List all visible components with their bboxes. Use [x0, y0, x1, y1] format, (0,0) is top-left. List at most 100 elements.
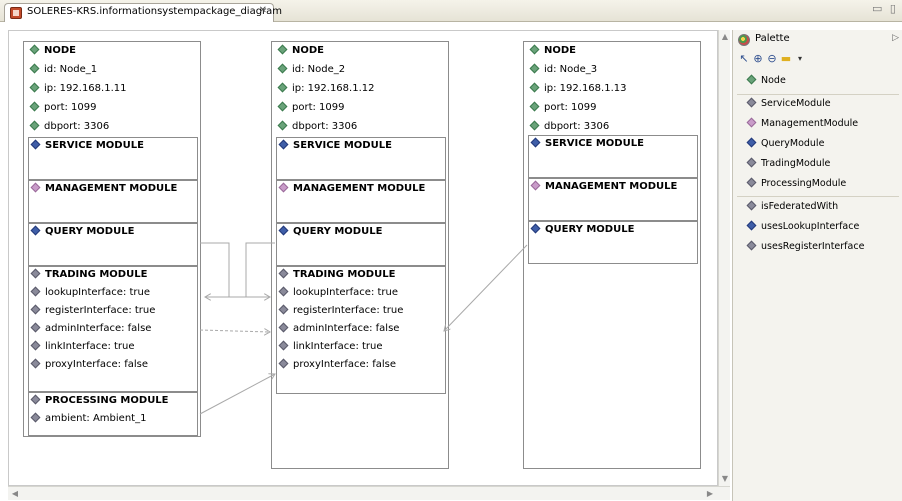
module-title: QUERY MODULE [30, 224, 134, 240]
trading-module-icon [746, 157, 757, 168]
palette-item-is-federated-with[interactable]: isFederatedWith [746, 199, 838, 215]
palette-item-query-module[interactable]: QueryModule [746, 136, 824, 152]
service-module-icon [530, 137, 541, 148]
node-attribute[interactable]: dbport: 3306 [29, 119, 109, 135]
palette-item-node[interactable]: Node [746, 73, 786, 89]
trading-module[interactable]: TRADING MODULE lookupInterface: true reg… [28, 266, 198, 392]
service-module[interactable]: SERVICE MODULE [276, 137, 446, 180]
management-module[interactable]: MANAGEMENT MODULE [28, 180, 198, 223]
node-header: NODE [277, 43, 324, 59]
management-module-icon [746, 117, 757, 128]
palette-toolbar: ↖ ⊕ ⊖ ▬ ▾ [737, 52, 897, 68]
editor-tab[interactable]: SOLERES-KRS.informationsystempackage_dia… [4, 3, 282, 22]
node-attribute[interactable]: id: Node_2 [277, 62, 345, 78]
palette-header[interactable]: Palette ▷ [733, 30, 902, 50]
node-icon [746, 74, 757, 85]
node-attribute[interactable]: port: 1099 [529, 100, 597, 116]
trading-attribute[interactable]: lookupInterface: true [30, 285, 150, 301]
palette-item-trading-module[interactable]: TradingModule [746, 156, 830, 172]
trading-attribute[interactable]: registerInterface: true [30, 303, 155, 319]
attribute-icon [278, 322, 289, 333]
node-node-2[interactable]: NODE id: Node_2 ip: 192.168.1.12 port: 1… [271, 41, 449, 469]
node-attribute[interactable]: port: 1099 [277, 100, 345, 116]
node-attribute[interactable]: dbport: 3306 [277, 119, 357, 135]
attribute-icon [277, 63, 288, 74]
vertical-scrollbar[interactable]: ▲ ▼ [718, 30, 730, 486]
attribute-icon [30, 340, 41, 351]
note-folder-icon[interactable]: ▬ [779, 52, 793, 66]
attribute-icon [529, 120, 540, 131]
trading-attribute[interactable]: proxyInterface: false [278, 357, 396, 373]
module-title: TRADING MODULE [30, 267, 147, 283]
zoom-in-icon[interactable]: ⊕ [751, 52, 765, 66]
trading-module[interactable]: TRADING MODULE lookupInterface: true reg… [276, 266, 446, 394]
module-title: TRADING MODULE [278, 267, 395, 283]
trading-attribute[interactable]: adminInterface: false [278, 321, 399, 337]
scroll-up-icon[interactable]: ▲ [720, 31, 730, 43]
module-title: QUERY MODULE [278, 224, 382, 240]
attribute-icon [30, 304, 41, 315]
node-attribute[interactable]: port: 1099 [29, 100, 97, 116]
select-arrow-icon[interactable]: ↖ [737, 52, 751, 66]
module-title: MANAGEMENT MODULE [278, 181, 425, 197]
trading-attribute[interactable]: registerInterface: true [278, 303, 403, 319]
close-icon[interactable]: ✕ [259, 5, 267, 16]
module-title: MANAGEMENT MODULE [30, 181, 177, 197]
trading-attribute[interactable]: linkInterface: true [278, 339, 383, 355]
scroll-right-icon[interactable]: ▶ [704, 488, 716, 500]
attribute-icon [30, 358, 41, 369]
processing-attribute[interactable]: ambient: Ambient_1 [30, 411, 146, 427]
window-controls-icon[interactable]: ▭ ▯ [872, 2, 898, 15]
palette-divider [737, 196, 899, 197]
scroll-left-icon[interactable]: ◀ [9, 488, 21, 500]
palette-item-uses-lookup-interface[interactable]: usesLookupInterface [746, 219, 859, 235]
module-title: SERVICE MODULE [278, 138, 392, 154]
palette-item-management-module[interactable]: ManagementModule [746, 116, 858, 132]
palette-item-service-module[interactable]: ServiceModule [746, 96, 831, 112]
management-module-icon [278, 182, 289, 193]
management-module[interactable]: MANAGEMENT MODULE [528, 178, 698, 221]
palette-item-processing-module[interactable]: ProcessingModule [746, 176, 846, 192]
node-attribute[interactable]: dbport: 3306 [529, 119, 609, 135]
node-header: NODE [529, 43, 576, 59]
query-module-icon [30, 225, 41, 236]
node-attribute[interactable]: ip: 192.168.1.13 [529, 81, 626, 97]
is-federated-with-icon [746, 200, 757, 211]
attribute-icon [30, 322, 41, 333]
attribute-icon [277, 120, 288, 131]
scroll-down-icon[interactable]: ▼ [720, 473, 730, 485]
management-module-icon [530, 180, 541, 191]
node-icon [529, 44, 540, 55]
processing-module[interactable]: PROCESSING MODULE ambient: Ambient_1 [28, 392, 198, 436]
dropdown-icon[interactable]: ▾ [793, 52, 807, 66]
query-module[interactable]: QUERY MODULE [276, 223, 446, 266]
query-module[interactable]: QUERY MODULE [28, 223, 198, 266]
attribute-icon [30, 412, 41, 423]
horizontal-scrollbar[interactable]: ◀ ▶ [8, 486, 730, 500]
node-attribute[interactable]: id: Node_3 [529, 62, 597, 78]
collapse-icon[interactable]: ▷ [892, 33, 899, 43]
node-node-3[interactable]: NODE id: Node_3 ip: 192.168.1.13 port: 1… [523, 41, 701, 469]
trading-attribute[interactable]: linkInterface: true [30, 339, 135, 355]
trading-attribute[interactable]: proxyInterface: false [30, 357, 148, 373]
palette-divider [737, 94, 899, 95]
zoom-out-icon[interactable]: ⊖ [765, 52, 779, 66]
attribute-icon [29, 82, 40, 93]
trading-attribute[interactable]: adminInterface: false [30, 321, 151, 337]
node-icon [277, 44, 288, 55]
attribute-icon [278, 304, 289, 315]
trading-attribute[interactable]: lookupInterface: true [278, 285, 398, 301]
node-node-1[interactable]: NODE id: Node_1 ip: 192.168.1.11 port: 1… [23, 41, 201, 437]
node-attribute[interactable]: id: Node_1 [29, 62, 97, 78]
node-attribute[interactable]: ip: 192.168.1.11 [29, 81, 126, 97]
palette-item-uses-register-interface[interactable]: usesRegisterInterface [746, 239, 864, 255]
attribute-icon [29, 120, 40, 131]
node-attribute[interactable]: ip: 192.168.1.12 [277, 81, 374, 97]
query-module[interactable]: QUERY MODULE [528, 221, 698, 264]
service-module[interactable]: SERVICE MODULE [528, 135, 698, 178]
service-module[interactable]: SERVICE MODULE [28, 137, 198, 180]
service-module-icon [278, 139, 289, 150]
attribute-icon [278, 286, 289, 297]
attribute-icon [29, 101, 40, 112]
management-module[interactable]: MANAGEMENT MODULE [276, 180, 446, 223]
